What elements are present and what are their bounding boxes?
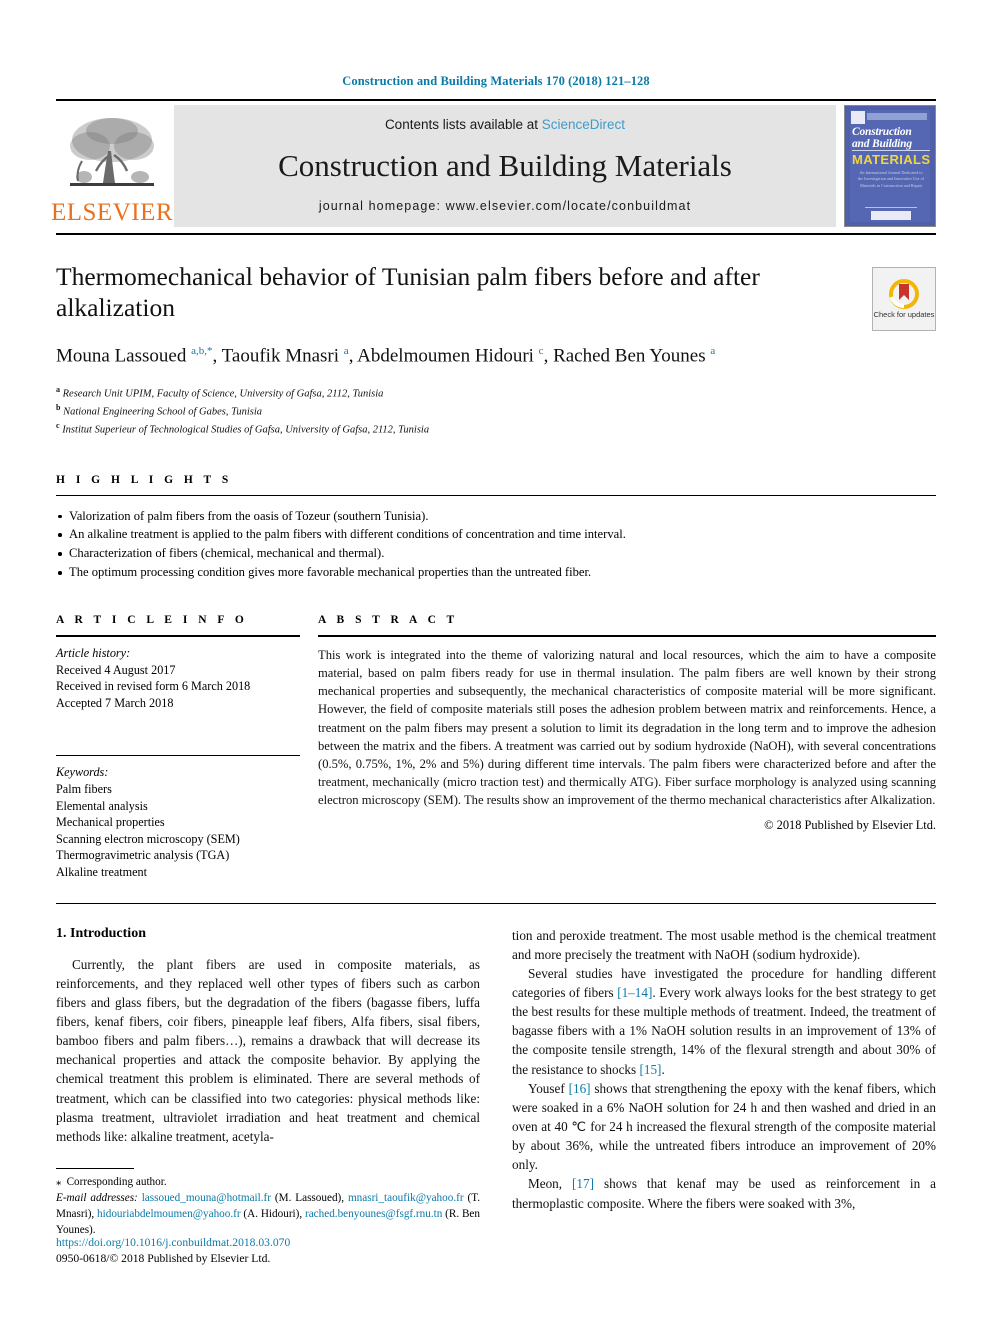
body-column-left: 1. Introduction Currently, the plant fib…	[56, 926, 480, 1239]
highlights-heading: H I G H L I G H T S	[56, 473, 233, 486]
list-item: Characterization of fibers (chemical, me…	[56, 544, 936, 563]
affiliation-mark: b	[56, 403, 61, 413]
email-link-benyounes[interactable]: rached.benyounes@fsgf.rnu.tn	[305, 1208, 442, 1220]
cover-topbar	[867, 113, 927, 120]
article-history-item: Received in revised form 6 March 2018	[56, 679, 251, 694]
keyword-item: Elemental analysis	[56, 798, 148, 813]
body-paragraph: Yousef [16] shows that strengthening the…	[512, 1080, 936, 1173]
contents-lists-line: Contents lists available at ScienceDirec…	[385, 117, 625, 132]
email-link-hidouri[interactable]: hidouriabdelmoumen@yahoo.fr	[97, 1208, 241, 1220]
affiliations: a Research Unit UPIM, Faculty of Science…	[56, 384, 936, 437]
cover-title-line3: MATERIALS	[852, 152, 931, 167]
cover-title-line2: and Building	[852, 138, 912, 150]
cover-divider	[852, 150, 930, 151]
page-title: Thermomechanical behavior of Tunisian pa…	[56, 262, 760, 323]
section-heading-introduction: 1. Introduction	[56, 925, 146, 941]
cover-elsevier-logo-icon	[851, 111, 865, 124]
keyword-item: Thermogravimetric analysis (TGA)	[56, 848, 230, 863]
affiliation-mark: a	[56, 385, 60, 395]
list-item: The optimum processing condition gives m…	[56, 563, 936, 582]
journal-masthead: ELSEVIER Contents lists available at Sci…	[51, 105, 936, 227]
article-info-heading: A R T I C L E I N F O	[56, 614, 248, 627]
affiliation-text: Institut Superieur of Technological Stud…	[62, 424, 430, 436]
keywords-rule	[56, 755, 300, 757]
article-info-section: A R T I C L E I N F O Article history: R…	[56, 614, 318, 881]
abstract-rule	[318, 635, 936, 638]
crossmark-badge[interactable]: Check for updates	[872, 267, 936, 331]
journal-band: Contents lists available at ScienceDirec…	[174, 105, 836, 227]
footnote-rule	[56, 1168, 134, 1169]
body-top-rule	[56, 902, 936, 904]
article-history-label: Article history:	[56, 646, 131, 661]
article-page: Construction and Building Materials 170 …	[0, 0, 992, 1323]
email-link-lassoued[interactable]: lassoued_mouna@hotmail.fr	[142, 1192, 271, 1204]
asterisk-icon: ⁎	[56, 1176, 62, 1188]
affiliation-item: a Research Unit UPIM, Faculty of Science…	[56, 384, 936, 402]
footer-doi-block: https://doi.org/10.1016/j.conbuildmat.20…	[56, 1235, 290, 1267]
abstract-section: A B S T R A C T This work is integrated …	[318, 614, 936, 881]
journal-title: Construction and Building Materials	[278, 148, 732, 183]
body-paragraph: Meon, [17] shows that kenaf may be used …	[512, 1176, 936, 1211]
keyword-item: Scanning electron microscopy (SEM)	[56, 831, 240, 846]
journal-homepage-link[interactable]: journal homepage: www.elsevier.com/locat…	[319, 199, 691, 213]
contents-prefix: Contents lists available at	[384, 117, 542, 132]
title-column: Thermomechanical behavior of Tunisian pa…	[56, 261, 872, 368]
email-link-mnasri[interactable]: mnasri_taoufik@yahoo.fr	[348, 1192, 464, 1204]
crossmark-icon	[889, 278, 919, 309]
affiliation-text: Research Unit UPIM, Faculty of Science, …	[62, 388, 384, 400]
journal-cover-thumbnail[interactable]: Construction and Building MATERIALS An I…	[844, 105, 936, 227]
cover-foot-rule	[865, 207, 917, 208]
keywords-label: Keywords:	[56, 765, 109, 780]
highlights-section: H I G H L I G H T S Valorization of palm…	[56, 474, 936, 583]
body-paragraph: Several studies have investigated the pr…	[512, 965, 936, 1077]
masthead-top-rule	[56, 99, 936, 101]
affiliation-mark: c	[56, 420, 60, 430]
cover-title-line1: Construction	[852, 126, 912, 138]
corresponding-author-text: Corresponding author.	[66, 1176, 167, 1188]
cover-foot-logo	[871, 211, 911, 220]
abstract-text: This work is integrated into the theme o…	[318, 648, 936, 808]
email-addresses-note: E-mail addresses: lassoued_mouna@hotmail…	[56, 1191, 480, 1239]
sciencedirect-link[interactable]: ScienceDirect	[542, 117, 625, 132]
info-abstract-block: A R T I C L E I N F O Article history: R…	[56, 614, 936, 881]
running-head: Construction and Building Materials 170 …	[342, 74, 650, 88]
title-block: Thermomechanical behavior of Tunisian pa…	[56, 261, 936, 368]
issn-copyright-line: 0950-0618/© 2018 Published by Elsevier L…	[56, 1251, 271, 1265]
masthead-bottom-rule	[56, 233, 936, 235]
body-paragraph: tion and peroxide treatment. The most us…	[512, 927, 936, 962]
affiliation-item: b National Engineering School of Gabes, …	[56, 402, 936, 420]
article-history-item: Received 4 August 2017	[56, 662, 176, 677]
email-addresses-label: E-mail addresses:	[56, 1191, 138, 1204]
highlights-rule	[56, 494, 936, 496]
crossmark-label: Check for updates	[873, 309, 935, 319]
keyword-item: Alkaline treatment	[56, 865, 148, 879]
list-item: An alkaline treatment is applied to the …	[56, 525, 936, 544]
footnote-block: ⁎ Corresponding author. E-mail addresses:…	[56, 1175, 480, 1239]
list-item: Valorization of palm fibers from the oas…	[56, 507, 936, 526]
doi-link[interactable]: https://doi.org/10.1016/j.conbuildmat.20…	[56, 1235, 290, 1251]
affiliation-text: National Engineering School of Gabes, Tu…	[63, 406, 262, 418]
body-column-right: tion and peroxide treatment. The most us…	[512, 926, 936, 1239]
elsevier-tree-icon	[70, 118, 154, 186]
keyword-item: Palm fibers	[56, 782, 112, 797]
author-list: Mouna Lassoued a,b,*, Taoufik Mnasri a, …	[56, 345, 716, 367]
keywords-group: Keywords: Palm fibers Elemental analysis…	[56, 764, 300, 880]
highlights-list: Valorization of palm fibers from the oas…	[56, 507, 936, 583]
abstract-heading: A B S T R A C T	[318, 614, 459, 627]
keyword-item: Mechanical properties	[56, 815, 165, 830]
affiliation-item: c Institut Superieur of Technological St…	[56, 420, 936, 438]
abstract-copyright: © 2018 Published by Elsevier Ltd.	[764, 818, 936, 833]
elsevier-logo[interactable]: ELSEVIER	[51, 105, 173, 227]
corresponding-author-note: ⁎ Corresponding author.	[56, 1175, 480, 1191]
body-columns: 1. Introduction Currently, the plant fib…	[56, 926, 936, 1239]
article-history-item: Accepted 7 March 2018	[56, 695, 174, 710]
cover-blurb: An International Journal Dedicated to th…	[857, 170, 925, 188]
body-paragraph: Currently, the plant fibers are used in …	[56, 956, 480, 1144]
elsevier-wordmark: ELSEVIER	[50, 199, 174, 226]
article-info-rule	[56, 635, 300, 638]
article-history-group: Article history: Received 4 August 2017 …	[56, 645, 300, 711]
